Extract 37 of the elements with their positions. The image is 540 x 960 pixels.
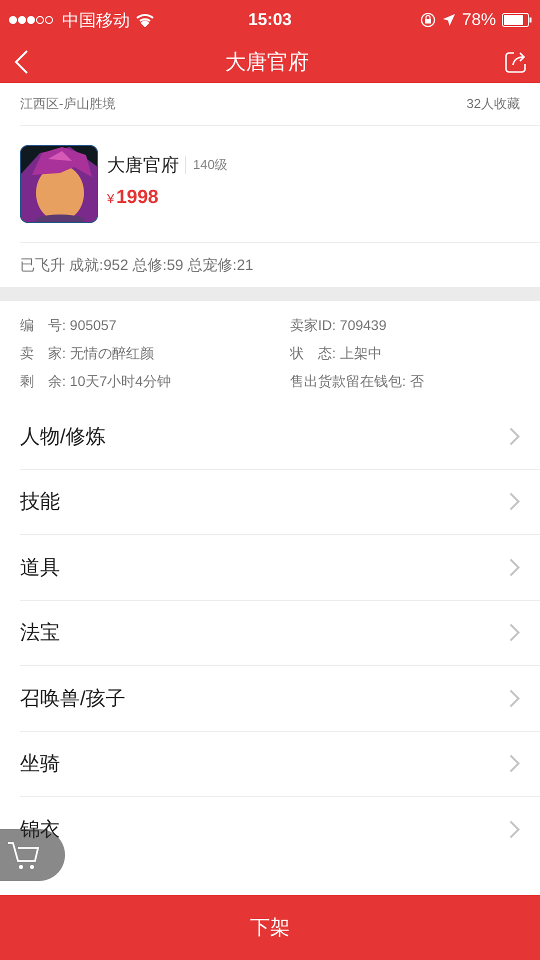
currency-symbol: ¥ [107,191,114,206]
carrier-name: 中国移动 [62,10,130,32]
cart-icon [7,840,41,870]
wifi-icon [136,13,154,27]
battery-percent: 78% [462,10,496,30]
character-level: 140级 [185,156,228,174]
favorites-count: 32人收藏 [466,95,520,113]
delist-button[interactable]: 下架 [0,895,540,960]
character-name: 大唐官府 [107,154,179,177]
menu-item[interactable]: 道具 [20,535,540,600]
price: 1998 [116,187,159,209]
detail-text: 剩 余: 10天7小时4分钟 [20,373,172,391]
menu-item[interactable]: 技能 [20,470,540,535]
detail-text: 卖 家: 无情の醉红颜 [20,345,155,363]
chevron-right-icon [509,820,520,840]
detail-text: 编 号: 905057 [20,317,118,335]
chevron-right-icon [509,492,520,512]
chevron-right-icon [509,558,520,577]
chevron-right-icon [509,623,520,642]
clock-time: 15:03 [248,10,292,30]
detail-text: 售出货款留在钱包: 否 [290,373,425,391]
menu-item[interactable]: 人物/修炼 [20,404,540,470]
rotation-lock-icon [420,12,436,28]
page-title: 大唐官府 [225,50,309,76]
menu-item[interactable]: 召唤兽/孩子 [20,666,540,732]
server-name: 江西区-庐山胜境 [20,95,116,113]
detail-text: 卖家ID: 709439 [290,317,388,335]
chevron-right-icon [509,688,520,708]
battery-icon [502,13,532,27]
detail-text: 状 态: 上架中 [290,345,383,363]
menu-item[interactable]: 坐骑 [20,732,540,797]
menu-item[interactable]: 法宝 [20,600,540,666]
character-summary: 已飞升 成就:952 总修:59 总宠修:21 [20,256,254,276]
chevron-right-icon [509,754,520,774]
location-arrow-icon [442,13,456,27]
signal-icon [8,15,56,25]
chevron-right-icon [509,426,520,446]
